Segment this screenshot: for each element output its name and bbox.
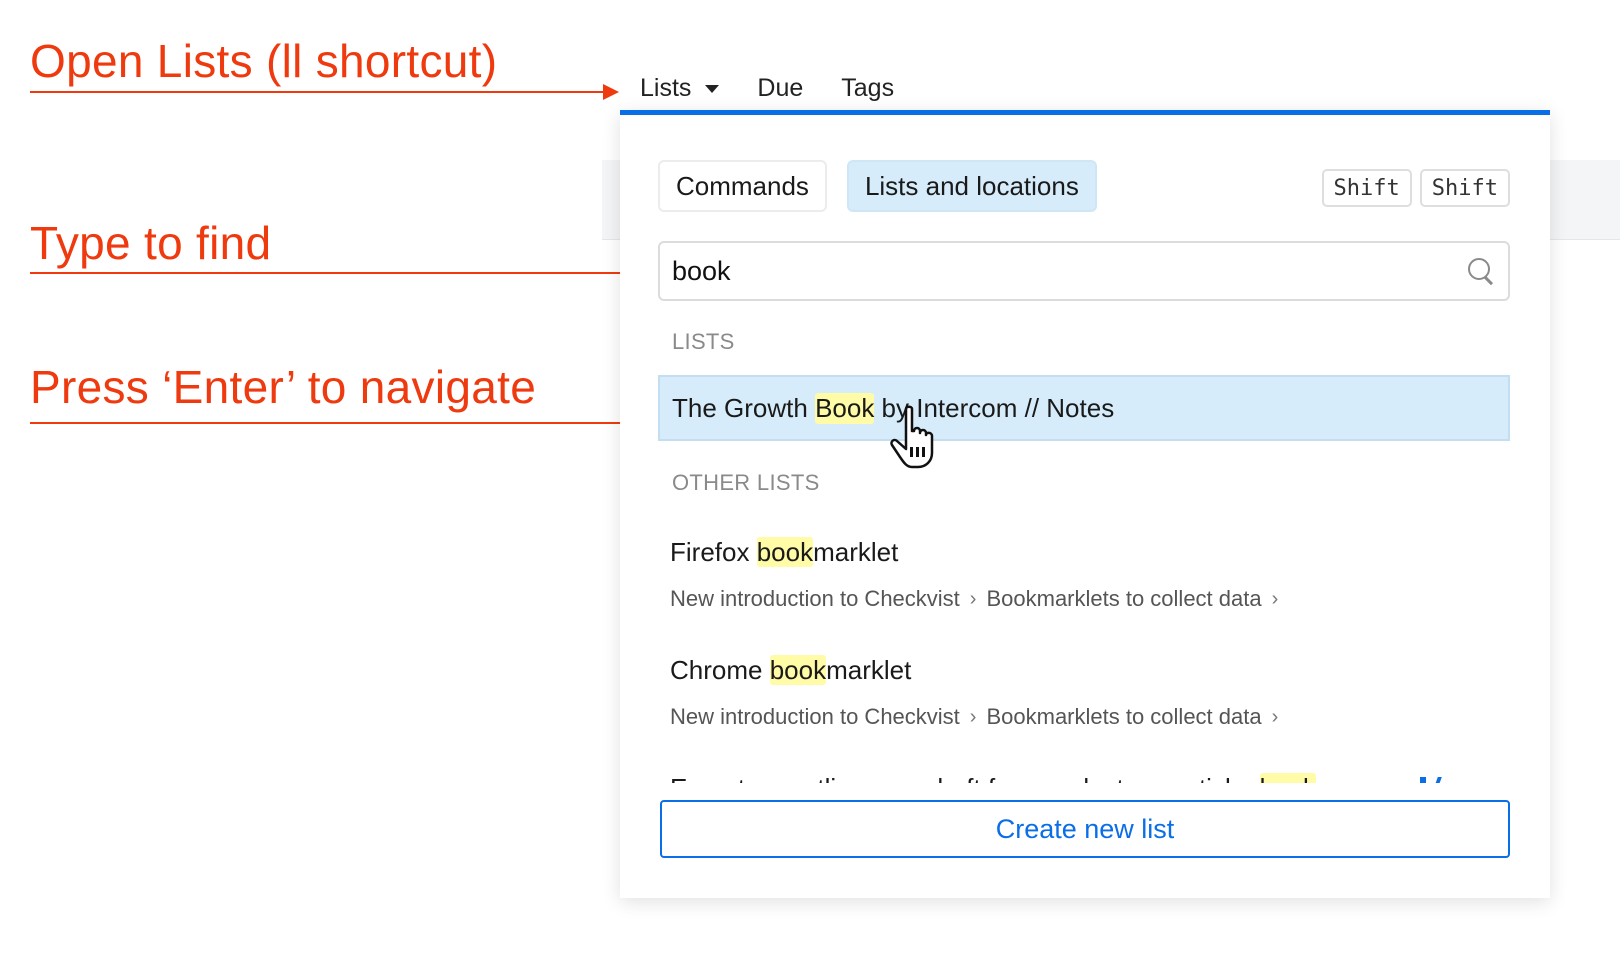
link-icon [1420,777,1426,783]
nav-tags[interactable]: Tags [841,74,894,103]
chevron-right-icon: › [1271,587,1279,610]
tab-lists-and-locations[interactable]: Lists and locations [846,160,1097,212]
title-before: Export an outline as a draft for your le… [670,773,1260,783]
top-navigation: Lists Due Tags [640,74,932,103]
breadcrumb-item[interactable]: Bookmarklets to collect data [986,704,1261,730]
breadcrumb: New introduction to Checkvist › Bookmark… [670,704,1288,730]
annotation-open-lists: Open Lists (ll shortcut) [30,35,498,87]
lists-popup: Commands Lists and locations Shift Shift… [620,110,1550,898]
match-highlight: book [1259,773,1317,783]
list-item-title: Chrome bookmarklet [670,655,1288,686]
link-icon [1434,777,1442,783]
annotation-arrow-type-to-find [30,265,646,281]
chevron-right-icon: › [969,705,977,728]
section-label-other-lists: OTHER LISTS [672,470,820,495]
list-item[interactable]: Chrome bookmarklet New introduction to C… [670,655,1288,730]
create-new-list-button[interactable]: Create new list [660,800,1510,858]
breadcrumb-item[interactable]: New introduction to Checkvist [670,704,960,730]
breadcrumb-item[interactable]: Bookmarklets to collect data [986,586,1261,612]
breadcrumb: New introduction to Checkvist › Bookmark… [670,586,1288,612]
list-item-clipped[interactable]: Export an outline as a draft for your le… [658,767,1510,783]
kbd-shift: Shift [1321,169,1412,207]
title-after: marklet [826,655,912,685]
list-item-text-before: The Growth [672,392,816,423]
annotation-arrow-open-lists [30,84,619,100]
list-item[interactable]: Firefox bookmarklet New introduction to … [670,537,1288,612]
chevron-right-icon: › [969,587,977,610]
shortcut-hint: Shift Shift [1321,169,1510,207]
title-before: Chrome [670,655,770,685]
list-item-title: Firefox bookmarklet [670,537,1288,568]
list-item-selected[interactable]: The Growth Book by Intercom // Notes [658,375,1510,441]
nav-due[interactable]: Due [757,74,803,103]
search-icon[interactable] [1466,256,1496,286]
search-field [658,241,1510,301]
annotation-arrow-press-enter [30,415,666,431]
list-item-text-after: by Intercom // Notes [874,392,1115,423]
match-highlight: book [756,537,814,567]
list-item-title: Export an outline as a draft for your le… [670,773,1375,783]
nav-tags-label: Tags [841,74,895,102]
popup-tabs: Commands Lists and locations [658,160,1097,212]
tab-commands[interactable]: Commands [658,160,827,212]
title-before: Firefox [670,537,757,567]
match-highlight: book [769,655,827,685]
section-label-lists: LISTS [672,329,735,354]
title-after: marklet [813,537,899,567]
chevron-right-icon: › [1271,705,1279,728]
nav-lists-label: Lists [640,74,692,102]
annotation-press-enter: Press ‘Enter’ to navigate [30,361,537,413]
annotation-type-to-find: Type to find [30,217,272,269]
title-after: or ... [1316,773,1375,783]
nav-due-label: Due [757,74,804,102]
match-highlight: Book [815,392,875,424]
breadcrumb-item[interactable]: New introduction to Checkvist [670,586,960,612]
caret-down-icon [705,84,720,93]
search-input[interactable] [672,255,1466,287]
nav-lists[interactable]: Lists [640,74,720,103]
kbd-shift: Shift [1419,169,1510,207]
